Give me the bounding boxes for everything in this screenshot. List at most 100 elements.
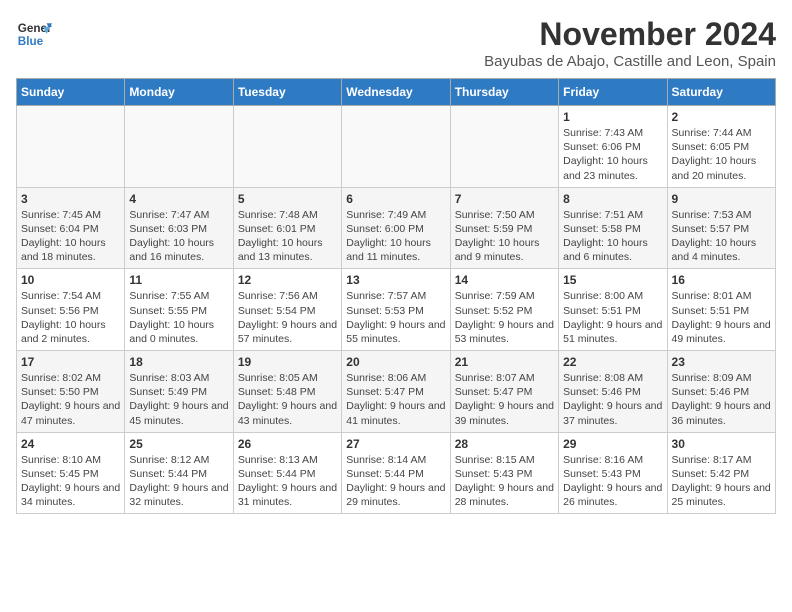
calendar-cell [342,106,450,188]
day-info: Sunrise: 8:16 AM Sunset: 5:43 PM Dayligh… [563,453,662,510]
calendar-cell: 23 Sunrise: 8:09 AM Sunset: 5:46 PM Dayli… [667,351,775,433]
day-number: 4 [129,192,228,206]
day-number: 15 [563,273,662,287]
day-info: Sunrise: 8:15 AM Sunset: 5:43 PM Dayligh… [455,453,554,510]
day-info: Sunrise: 8:07 AM Sunset: 5:47 PM Dayligh… [455,371,554,428]
calendar-cell: 21 Sunrise: 8:07 AM Sunset: 5:47 PM Dayli… [450,351,558,433]
day-number: 29 [563,437,662,451]
day-number: 28 [455,437,554,451]
day-info: Sunrise: 8:09 AM Sunset: 5:46 PM Dayligh… [672,371,771,428]
day-number: 25 [129,437,228,451]
day-info: Sunrise: 8:10 AM Sunset: 5:45 PM Dayligh… [21,453,120,510]
day-info: Sunrise: 8:05 AM Sunset: 5:48 PM Dayligh… [238,371,337,428]
calendar-cell: 20 Sunrise: 8:06 AM Sunset: 5:47 PM Dayli… [342,351,450,433]
calendar-cell: 4 Sunrise: 7:47 AM Sunset: 6:03 PM Daylig… [125,187,233,269]
calendar-cell: 18 Sunrise: 8:03 AM Sunset: 5:49 PM Dayli… [125,351,233,433]
day-number: 16 [672,273,771,287]
calendar-cell [233,106,341,188]
calendar-cell: 25 Sunrise: 8:12 AM Sunset: 5:44 PM Dayli… [125,432,233,514]
day-info: Sunrise: 7:50 AM Sunset: 5:59 PM Dayligh… [455,208,554,265]
day-number: 26 [238,437,337,451]
day-number: 2 [672,110,771,124]
calendar-cell [450,106,558,188]
day-info: Sunrise: 7:49 AM Sunset: 6:00 PM Dayligh… [346,208,445,265]
calendar-cell [17,106,125,188]
day-info: Sunrise: 8:12 AM Sunset: 5:44 PM Dayligh… [129,453,228,510]
month-title: November 2024 [484,16,776,53]
day-info: Sunrise: 8:00 AM Sunset: 5:51 PM Dayligh… [563,289,662,346]
calendar-table: SundayMondayTuesdayWednesdayThursdayFrid… [16,78,776,514]
day-info: Sunrise: 7:45 AM Sunset: 6:04 PM Dayligh… [21,208,120,265]
day-number: 6 [346,192,445,206]
day-info: Sunrise: 7:51 AM Sunset: 5:58 PM Dayligh… [563,208,662,265]
day-info: Sunrise: 8:08 AM Sunset: 5:46 PM Dayligh… [563,371,662,428]
day-info: Sunrise: 7:53 AM Sunset: 5:57 PM Dayligh… [672,208,771,265]
day-info: Sunrise: 8:06 AM Sunset: 5:47 PM Dayligh… [346,371,445,428]
calendar-cell: 10Sunrise: 7:54 AM Sunset: 5:56 PM Dayli… [17,269,125,351]
weekday-header-tuesday: Tuesday [233,79,341,106]
day-info: Sunrise: 8:03 AM Sunset: 5:49 PM Dayligh… [129,371,228,428]
day-number: 11 [129,273,228,287]
calendar-cell [125,106,233,188]
calendar-cell: 22 Sunrise: 8:08 AM Sunset: 5:46 PM Dayli… [559,351,667,433]
calendar-cell: 3 Sunrise: 7:45 AM Sunset: 6:04 PM Daylig… [17,187,125,269]
logo-icon: General Blue [16,16,52,52]
calendar-cell: 15 Sunrise: 8:00 AM Sunset: 5:51 PM Dayli… [559,269,667,351]
calendar-cell: 1 Sunrise: 7:43 AM Sunset: 6:06 PM Daylig… [559,106,667,188]
day-info: Sunrise: 8:17 AM Sunset: 5:42 PM Dayligh… [672,453,771,510]
day-info: Sunrise: 7:48 AM Sunset: 6:01 PM Dayligh… [238,208,337,265]
header: General Blue November 2024 Bayubas de Ab… [16,16,776,70]
day-info: Sunrise: 7:47 AM Sunset: 6:03 PM Dayligh… [129,208,228,265]
calendar-cell: 13Sunrise: 7:57 AM Sunset: 5:53 PM Dayli… [342,269,450,351]
calendar-cell: 11 Sunrise: 7:55 AM Sunset: 5:55 PM Dayli… [125,269,233,351]
calendar-cell: 2 Sunrise: 7:44 AM Sunset: 6:05 PM Daylig… [667,106,775,188]
weekday-header-monday: Monday [125,79,233,106]
day-number: 30 [672,437,771,451]
calendar-cell: 16 Sunrise: 8:01 AM Sunset: 5:51 PM Dayli… [667,269,775,351]
weekday-header-thursday: Thursday [450,79,558,106]
day-info: Sunrise: 7:44 AM Sunset: 6:05 PM Dayligh… [672,126,771,183]
calendar-cell: 27 Sunrise: 8:14 AM Sunset: 5:44 PM Dayli… [342,432,450,514]
calendar-cell: 12 Sunrise: 7:56 AM Sunset: 5:54 PM Dayli… [233,269,341,351]
day-number: 20 [346,355,445,369]
day-number: 19 [238,355,337,369]
day-number: 5 [238,192,337,206]
calendar-cell: 6 Sunrise: 7:49 AM Sunset: 6:00 PM Daylig… [342,187,450,269]
day-number: 27 [346,437,445,451]
day-number: 12 [238,273,337,287]
day-number: 3 [21,192,120,206]
day-number: 8 [563,192,662,206]
day-number: 14 [455,273,554,287]
calendar-cell: 7Sunrise: 7:50 AM Sunset: 5:59 PM Daylig… [450,187,558,269]
day-info: Sunrise: 8:14 AM Sunset: 5:44 PM Dayligh… [346,453,445,510]
day-info: Sunrise: 7:43 AM Sunset: 6:06 PM Dayligh… [563,126,662,183]
day-info: Sunrise: 7:55 AM Sunset: 5:55 PM Dayligh… [129,289,228,346]
calendar-cell: 26 Sunrise: 8:13 AM Sunset: 5:44 PM Dayli… [233,432,341,514]
week-row-4: 24 Sunrise: 8:10 AM Sunset: 5:45 PM Dayli… [17,432,776,514]
weekday-header-saturday: Saturday [667,79,775,106]
day-number: 24 [21,437,120,451]
day-number: 23 [672,355,771,369]
calendar-cell: 14Sunrise: 7:59 AM Sunset: 5:52 PM Dayli… [450,269,558,351]
calendar-cell: 19 Sunrise: 8:05 AM Sunset: 5:48 PM Dayli… [233,351,341,433]
week-row-2: 10Sunrise: 7:54 AM Sunset: 5:56 PM Dayli… [17,269,776,351]
week-row-0: 1 Sunrise: 7:43 AM Sunset: 6:06 PM Daylig… [17,106,776,188]
week-row-3: 17Sunrise: 8:02 AM Sunset: 5:50 PM Dayli… [17,351,776,433]
logo: General Blue [16,16,52,52]
calendar-cell: 29 Sunrise: 8:16 AM Sunset: 5:43 PM Dayli… [559,432,667,514]
day-info: Sunrise: 8:01 AM Sunset: 5:51 PM Dayligh… [672,289,771,346]
day-number: 1 [563,110,662,124]
calendar-cell: 8 Sunrise: 7:51 AM Sunset: 5:58 PM Daylig… [559,187,667,269]
calendar-cell: 28 Sunrise: 8:15 AM Sunset: 5:43 PM Dayli… [450,432,558,514]
day-number: 22 [563,355,662,369]
day-number: 13 [346,273,445,287]
weekday-header-row: SundayMondayTuesdayWednesdayThursdayFrid… [17,79,776,106]
day-number: 9 [672,192,771,206]
week-row-1: 3 Sunrise: 7:45 AM Sunset: 6:04 PM Daylig… [17,187,776,269]
day-info: Sunrise: 8:13 AM Sunset: 5:44 PM Dayligh… [238,453,337,510]
calendar-cell: 30 Sunrise: 8:17 AM Sunset: 5:42 PM Dayli… [667,432,775,514]
svg-text:Blue: Blue [18,35,44,48]
day-number: 18 [129,355,228,369]
day-number: 21 [455,355,554,369]
day-info: Sunrise: 7:56 AM Sunset: 5:54 PM Dayligh… [238,289,337,346]
